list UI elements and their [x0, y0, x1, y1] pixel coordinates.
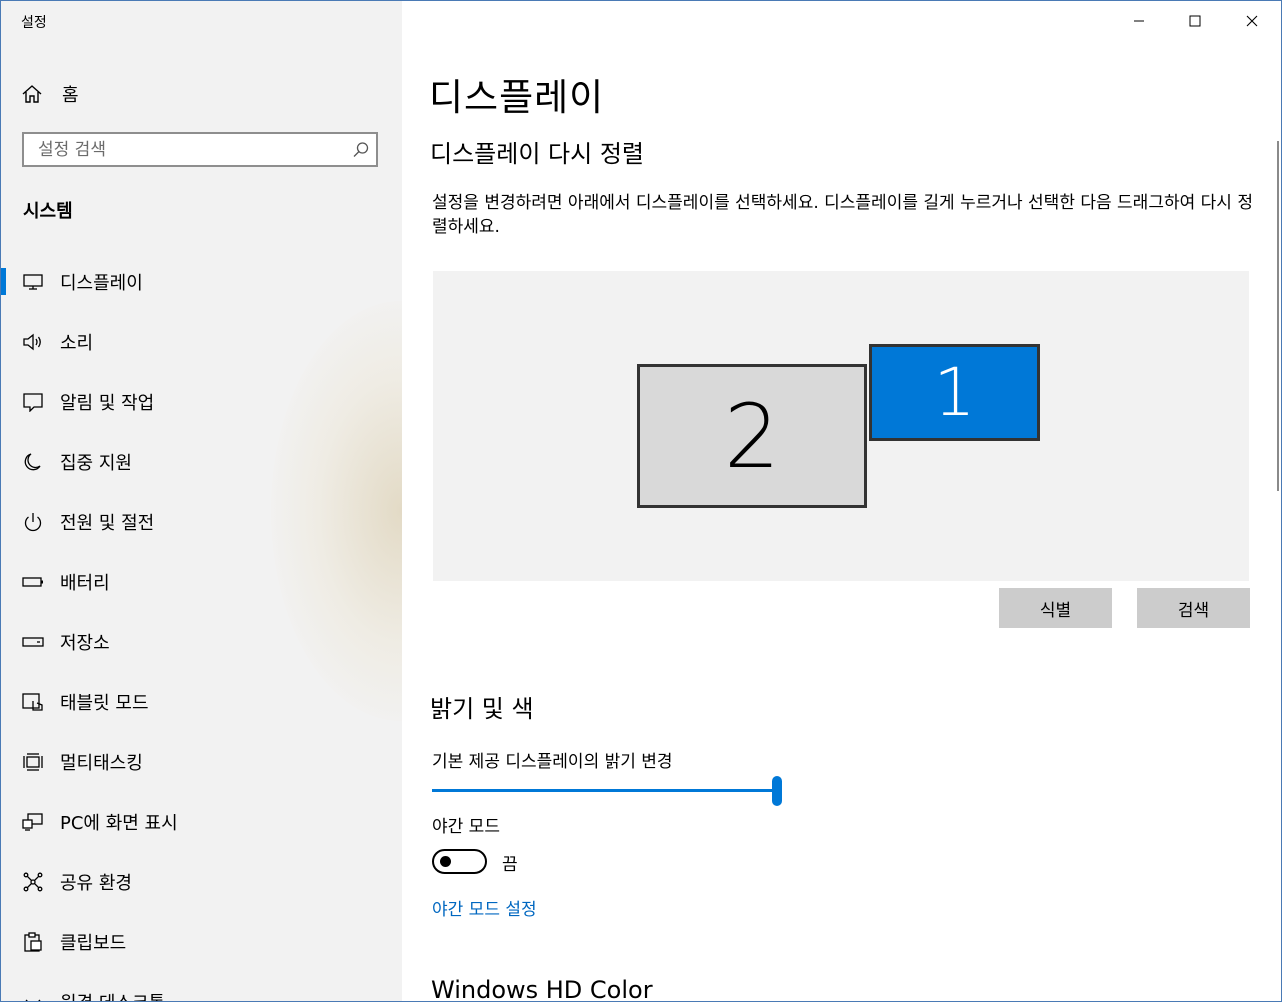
minimize-button[interactable]: [1110, 1, 1168, 41]
sidebar-item-focus-assist[interactable]: 집중 지원: [1, 431, 402, 491]
tablet-icon: [22, 692, 44, 712]
close-icon: [1246, 15, 1258, 27]
remote-icon: [22, 992, 44, 1001]
home-nav-item[interactable]: 홈: [21, 79, 79, 109]
search-icon[interactable]: [346, 141, 376, 159]
sidebar-item-label: 집중 지원: [60, 453, 132, 474]
sidebar-item-shared-experiences[interactable]: 공유 환경: [1, 851, 402, 911]
rearrange-description: 설정을 변경하려면 아래에서 디스플레이를 선택하세요. 디스플레이를 길게 누…: [432, 193, 1253, 237]
settings-search-box[interactable]: [22, 132, 378, 167]
app-title: 설정: [21, 15, 47, 31]
detect-button[interactable]: 검색: [1137, 588, 1250, 628]
share-icon: [22, 872, 44, 892]
brightness-slider-label: 기본 제공 디스플레이의 밝기 변경: [432, 752, 673, 772]
clipboard-icon: [22, 932, 44, 952]
minimize-icon: [1133, 15, 1145, 27]
sidebar-item-notifications[interactable]: 알림 및 작업: [1, 371, 402, 431]
battery-icon: [22, 572, 44, 592]
multitask-icon: [22, 752, 44, 772]
sidebar-item-tablet-mode[interactable]: 태블릿 모드: [1, 671, 402, 731]
maximize-icon: [1189, 15, 1201, 27]
sidebar-item-label: 알림 및 작업: [60, 393, 155, 414]
hd-color-heading: Windows HD Color: [431, 976, 653, 1001]
scrollbar-thumb[interactable]: [1277, 141, 1279, 491]
sidebar-item-label: 디스플레이: [60, 273, 143, 294]
display-arrangement-area[interactable]: 2 1: [433, 271, 1249, 581]
speaker-icon: [22, 332, 44, 352]
night-light-state: 끔: [502, 855, 518, 875]
page-title: 디스플레이: [429, 76, 605, 119]
monitor-2-tile[interactable]: 2: [637, 364, 867, 508]
night-light-label: 야간 모드: [432, 817, 500, 837]
brightness-slider[interactable]: [432, 776, 784, 806]
main-content: 디스플레이 디스플레이 다시 정렬 설정을 변경하려면 아래에서 디스플레이를 …: [402, 1, 1281, 1001]
sidebar-item-clipboard[interactable]: 클립보드: [1, 911, 402, 971]
sidebar-item-sound[interactable]: 소리: [1, 311, 402, 371]
rearrange-heading: 디스플레이 다시 정렬: [430, 140, 644, 168]
slider-thumb[interactable]: [772, 776, 782, 806]
sidebar-item-label: 저장소: [60, 633, 110, 654]
sidebar-item-label: 공유 환경: [60, 873, 132, 894]
sidebar-item-label: PC에 화면 표시: [60, 813, 178, 834]
sidebar-item-battery[interactable]: 배터리: [1, 551, 402, 611]
night-light-toggle[interactable]: [432, 849, 487, 874]
maximize-button[interactable]: [1166, 1, 1224, 41]
monitor-1-tile[interactable]: 1: [869, 344, 1040, 441]
monitor-icon: [22, 272, 44, 292]
sidebar-item-power-sleep[interactable]: 전원 및 절전: [1, 491, 402, 551]
storage-icon: [22, 632, 44, 652]
sidebar-item-label: 원격 데스크톱: [60, 989, 165, 1001]
power-icon: [22, 512, 44, 532]
sidebar-item-label: 멀티태스킹: [60, 753, 143, 774]
moon-icon: [22, 452, 44, 472]
sidebar-item-label: 전원 및 절전: [60, 513, 155, 534]
sidebar-item-project-to-pc[interactable]: PC에 화면 표시: [1, 791, 402, 851]
sidebar-item-display[interactable]: 디스플레이: [1, 251, 402, 311]
sidebar-item-label: 태블릿 모드: [60, 693, 149, 714]
sidebar-item-label: 클립보드: [60, 933, 127, 954]
slider-track: [432, 789, 778, 792]
sidebar-item-multitasking[interactable]: 멀티태스킹: [1, 731, 402, 791]
home-icon: [21, 84, 43, 104]
message-icon: [22, 392, 44, 412]
sidebar: 설정 홈 시스템 디스플레이 소리: [1, 1, 402, 1001]
search-input[interactable]: [24, 134, 346, 165]
home-label: 홈: [62, 85, 79, 106]
brightness-heading: 밝기 및 색: [430, 695, 534, 723]
settings-window: 설정 홈 시스템 디스플레이 소리: [0, 0, 1282, 1002]
selected-indicator: [1, 268, 6, 295]
toggle-knob: [440, 856, 451, 867]
identify-button[interactable]: 식별: [999, 588, 1112, 628]
sidebar-nav: 디스플레이 소리 알림 및 작업 집중 지원 전원 및 절전 배터리 저장소 태…: [1, 251, 402, 1001]
night-light-settings-link[interactable]: 야간 모드 설정: [432, 895, 537, 920]
sidebar-item-remote-desktop[interactable]: 원격 데스크톱: [1, 971, 402, 1001]
close-button[interactable]: [1223, 1, 1281, 41]
sidebar-item-label: 소리: [60, 333, 94, 354]
section-title: 시스템: [23, 201, 73, 222]
sidebar-item-storage[interactable]: 저장소: [1, 611, 402, 671]
project-icon: [22, 812, 44, 832]
sidebar-item-label: 배터리: [60, 573, 110, 594]
